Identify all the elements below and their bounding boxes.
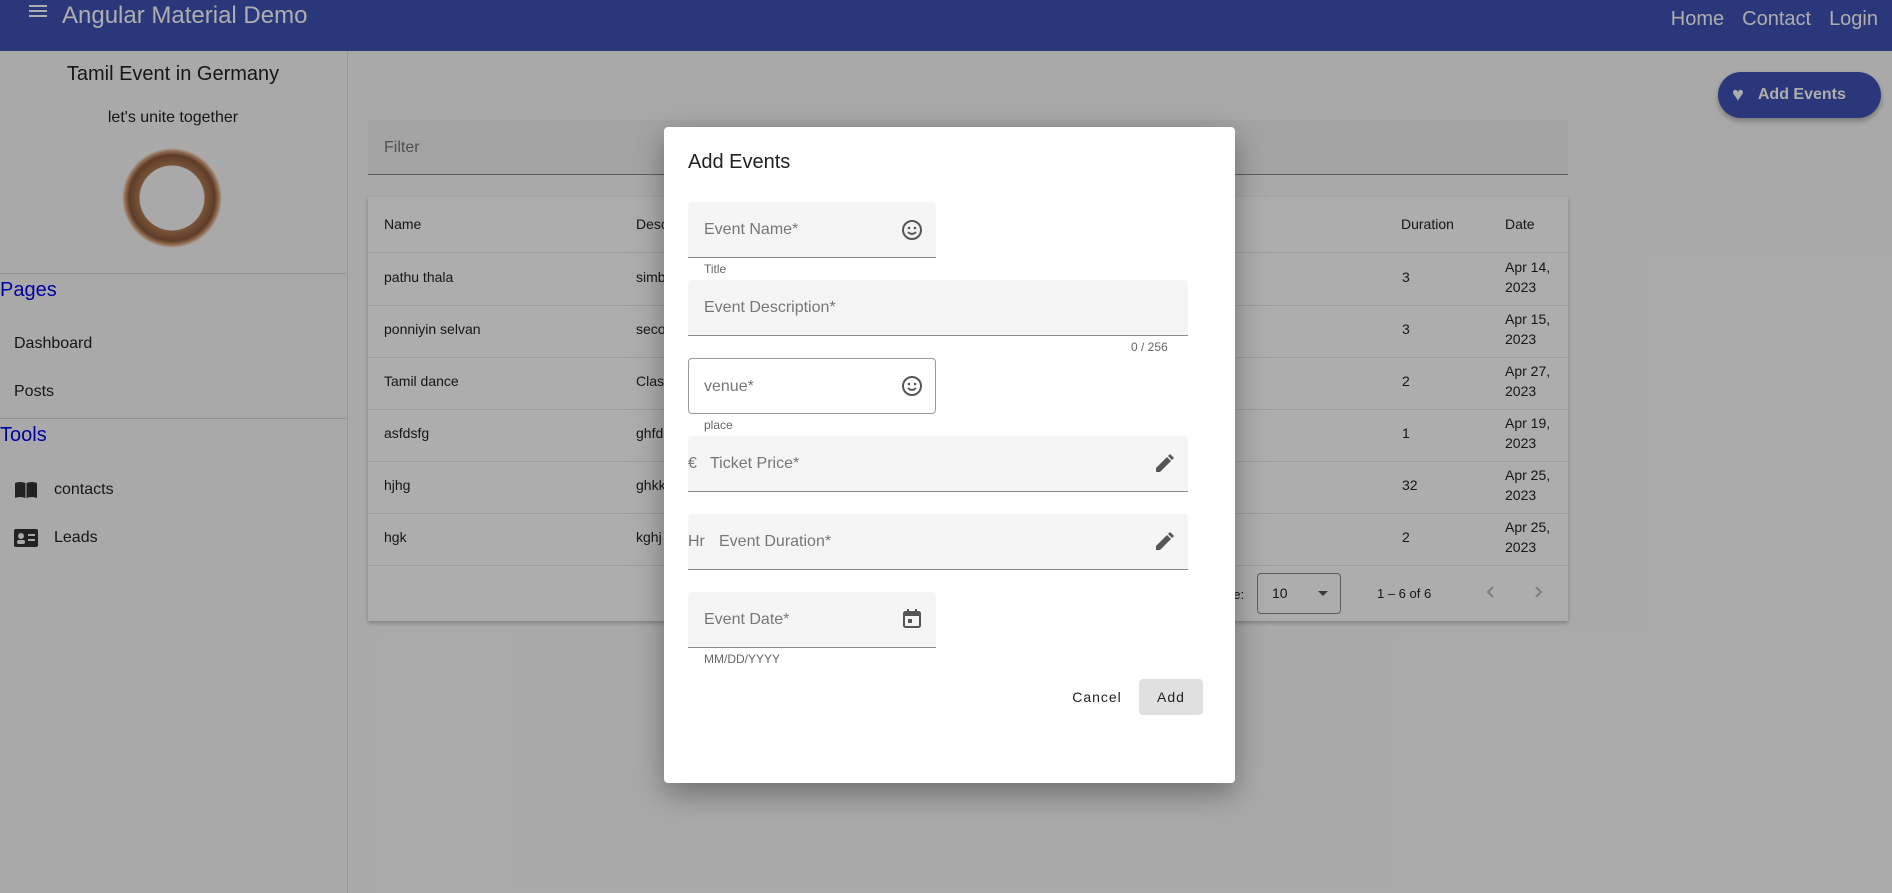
event-name-field[interactable]: Event Name* — [688, 202, 936, 258]
event-name-placeholder: Event Name* — [704, 221, 799, 238]
calendar-icon[interactable] — [900, 607, 924, 631]
venue-field[interactable]: venue* — [688, 358, 936, 414]
cancel-button[interactable]: Cancel — [1062, 679, 1132, 715]
dialog-title: Add Events — [688, 151, 791, 173]
venue-hint: place — [704, 418, 733, 432]
event-duration-field[interactable]: Hr Event Duration* — [688, 514, 1188, 570]
pencil-icon — [1156, 532, 1174, 550]
event-date-hint: MM/DD/YYYY — [704, 652, 781, 666]
ticket-price-placeholder: Ticket Price* — [710, 455, 800, 472]
euro-prefix: € — [688, 455, 697, 472]
add-button[interactable]: Add — [1139, 679, 1203, 715]
smiley-icon — [902, 376, 922, 396]
hours-prefix: Hr — [688, 533, 705, 550]
event-description-counter: 0 / 256 — [1131, 340, 1168, 354]
event-name-hint: Title — [704, 262, 727, 276]
ticket-price-field[interactable]: € Ticket Price* — [688, 436, 1188, 492]
pencil-icon — [1156, 454, 1174, 472]
add-events-dialog: Add Events Event Name* Title Event Descr… — [664, 127, 1235, 783]
smiley-icon — [902, 220, 922, 240]
event-description-field[interactable]: Event Description* — [688, 280, 1188, 336]
event-description-placeholder: Event Description* — [704, 299, 836, 316]
event-date-placeholder: Event Date* — [704, 611, 790, 628]
event-date-field[interactable]: Event Date* — [688, 592, 936, 648]
event-duration-placeholder: Event Duration* — [719, 533, 832, 550]
venue-placeholder: venue* — [704, 378, 754, 395]
